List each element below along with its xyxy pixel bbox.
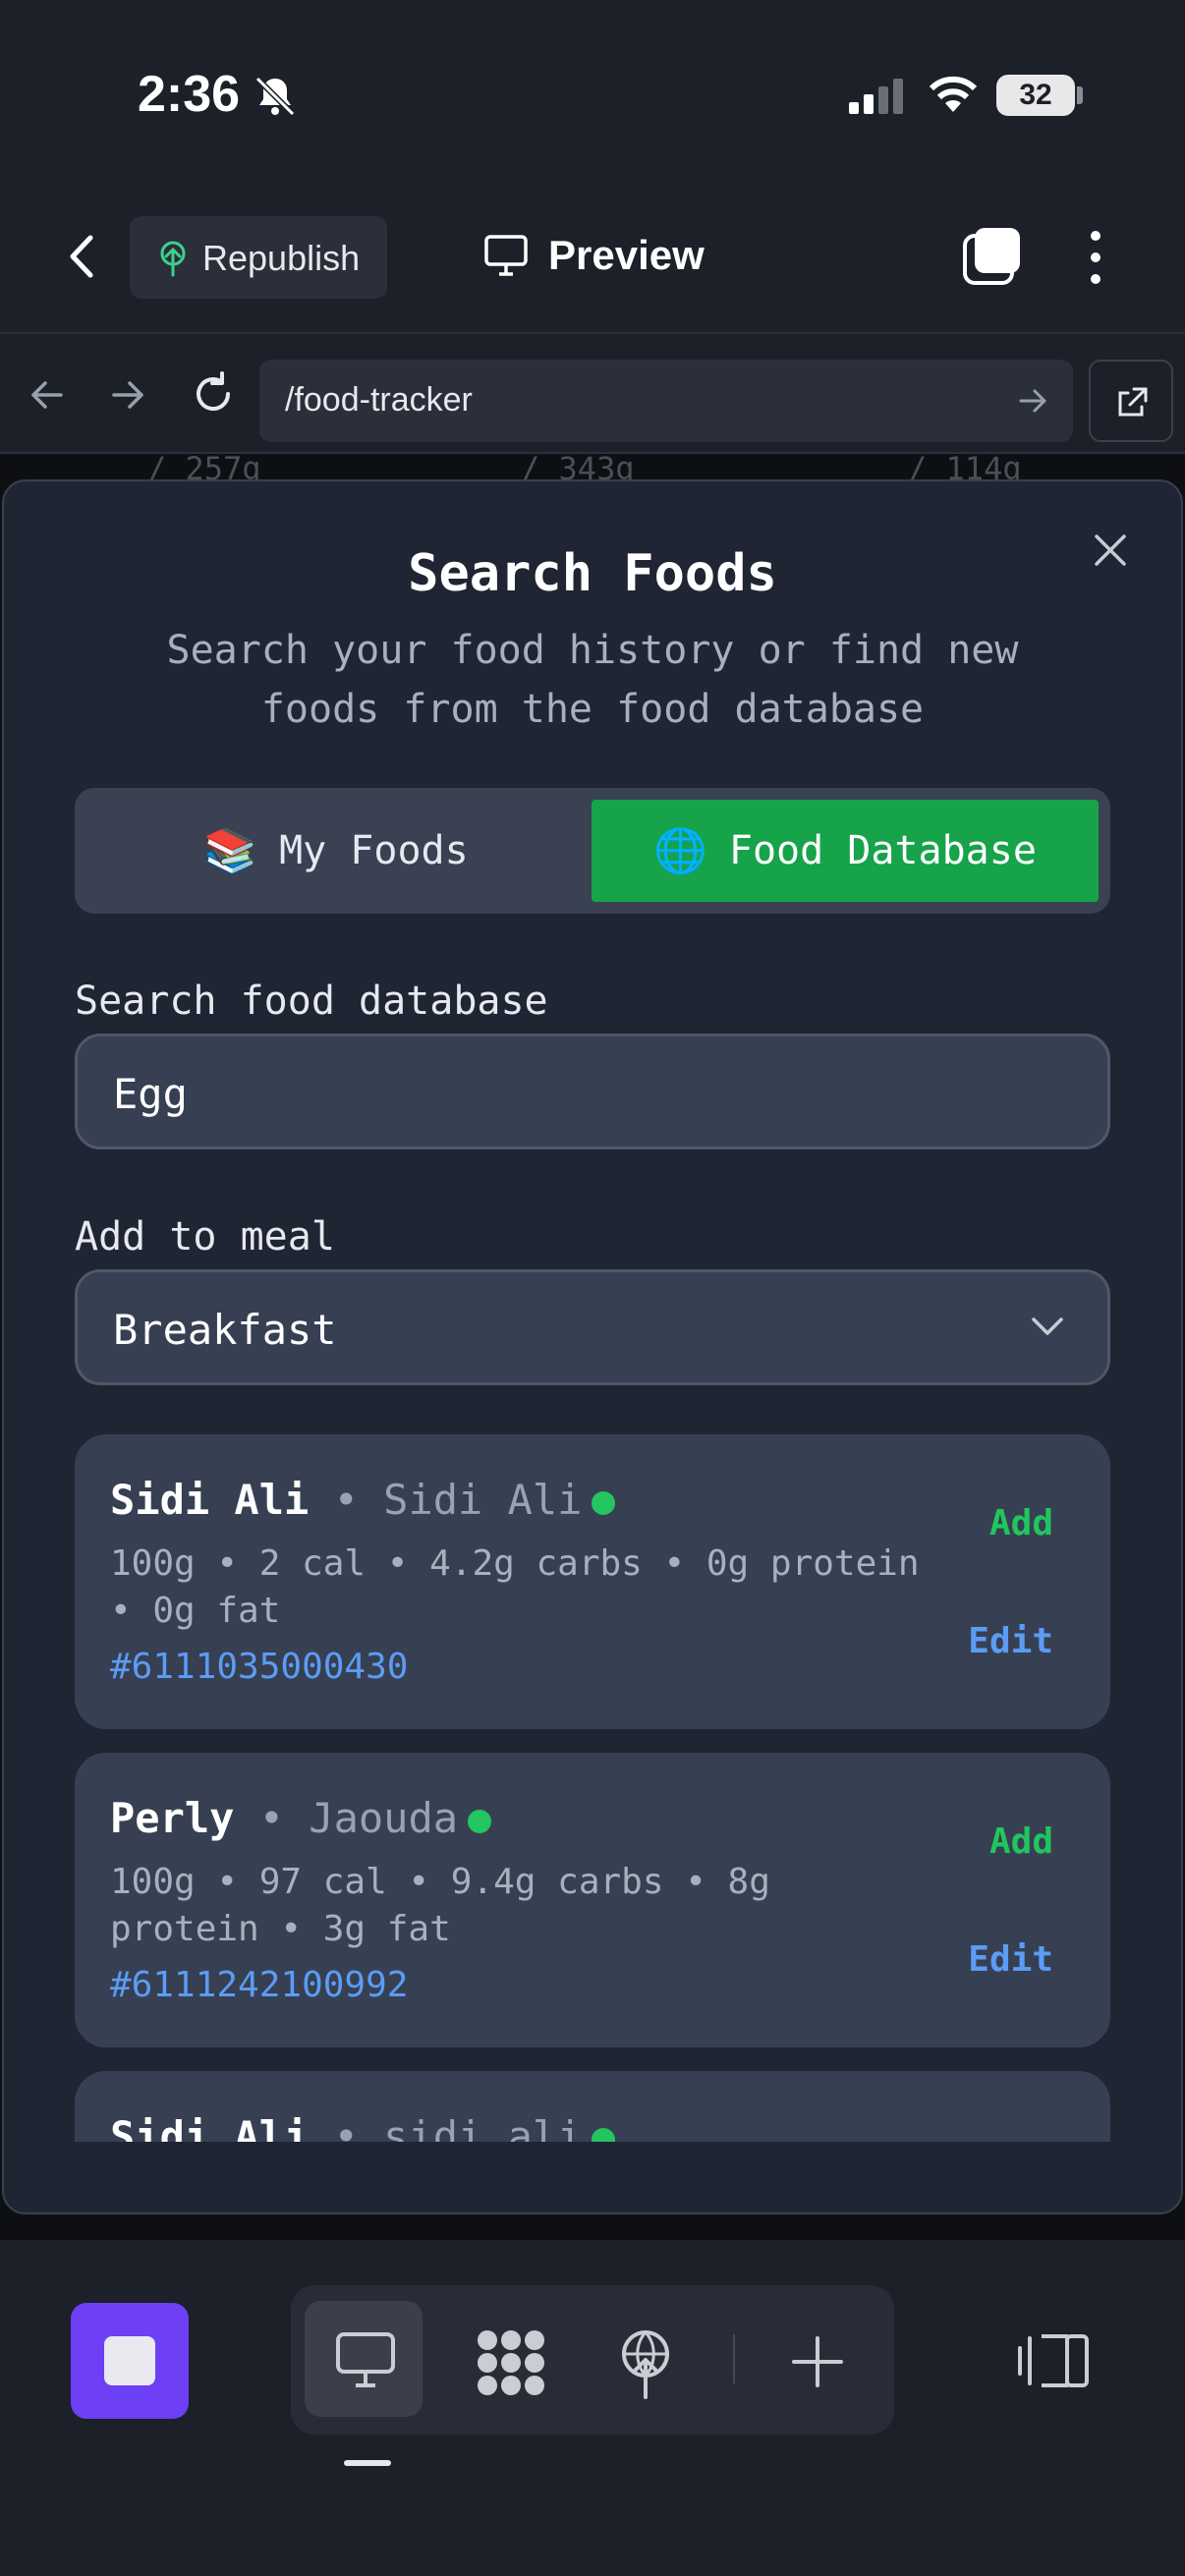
food-title: Sidi Ali • Sidi Ali (110, 1476, 616, 1524)
bell-muted-icon (254, 76, 296, 117)
grid-dots-icon[interactable] (474, 2328, 548, 2397)
active-indicator (344, 2460, 391, 2466)
search-label: Search food database (75, 979, 548, 1024)
barcode-link[interactable]: #6111035000430 (110, 1647, 408, 1687)
publish-icon[interactable] (615, 2326, 676, 2399)
books-icon: 📚 (203, 826, 258, 876)
results-list: Sidi Ali • Sidi Ali 100g • 2 cal • 4.2g … (75, 1434, 1110, 2142)
verified-dot (592, 1490, 616, 1515)
food-name: Perly (110, 1794, 235, 1842)
food-brand: sidi ali (383, 2112, 583, 2142)
source-tabs: 📚 My Foods 🌐 Food Database (75, 788, 1110, 914)
url-field[interactable]: /food-tracker (259, 360, 1073, 442)
edit-button[interactable]: Edit (968, 1621, 1053, 1661)
food-brand: Sidi Ali (383, 1476, 583, 1524)
external-link-icon (1118, 387, 1148, 417)
battery-tip (1077, 86, 1083, 104)
plus-icon[interactable] (790, 2334, 845, 2389)
republish-button[interactable]: Republish (130, 216, 387, 299)
url-text: /food-tracker (285, 381, 473, 419)
monitor-icon (484, 235, 528, 276)
food-macros: 100g • 97 cal • 9.4g carbs • 8g protein … (110, 1862, 770, 1949)
arrow-left-icon[interactable] (28, 375, 67, 415)
verified-dot (592, 2127, 616, 2142)
food-macros: 100g • 2 cal • 4.2g carbs • 0g protein •… (110, 1543, 920, 1631)
arrow-right-icon[interactable] (108, 375, 147, 415)
signal-icon (849, 79, 903, 114)
meal-value: Breakfast (113, 1306, 337, 1354)
go-arrow-icon[interactable] (1018, 387, 1047, 415)
edit-button[interactable]: Edit (968, 1939, 1053, 1980)
status-time: 2:36 (138, 66, 241, 123)
food-brand: Jaouda (309, 1794, 459, 1842)
meal-select[interactable]: Breakfast (75, 1269, 1110, 1385)
reload-icon[interactable] (189, 369, 238, 419)
wifi-icon (929, 76, 978, 112)
chevron-left-icon[interactable] (61, 232, 104, 281)
tab-label: Food Database (728, 828, 1037, 873)
stop-button[interactable] (71, 2303, 189, 2419)
open-external-button[interactable] (1089, 360, 1173, 442)
list-item: Perly • Jaouda 100g • 97 cal • 9.4g carb… (75, 1753, 1110, 2047)
republish-label: Republish (202, 238, 361, 278)
search-input[interactable]: Egg (75, 1034, 1110, 1149)
chevron-down-icon (1032, 1317, 1063, 1335)
modal-title: Search Foods (408, 544, 777, 603)
battery-level: 32 (996, 75, 1075, 116)
modal-subtitle: Search your food history or find new foo… (166, 628, 1019, 732)
food-title: Perly • Jaouda (110, 1794, 492, 1842)
search-value: Egg (113, 1070, 188, 1118)
preview-label: Preview (548, 232, 705, 278)
verified-dot (468, 1809, 492, 1833)
add-button[interactable]: Add (989, 1821, 1053, 1862)
globe-icon: 🌐 (653, 826, 707, 876)
list-item: Sidi Ali • Sidi Ali 100g • 2 cal • 4.2g … (75, 1434, 1110, 1729)
list-item: Sidi Ali • sidi ali (75, 2071, 1110, 2142)
status-bar: 2:36 32 (0, 0, 1185, 196)
tab-my-foods[interactable]: 📚 My Foods (86, 800, 586, 902)
meal-label: Add to meal (75, 1214, 335, 1260)
tab-label: My Foods (279, 828, 469, 873)
monitor-icon (336, 2332, 395, 2387)
dock (291, 2285, 894, 2435)
add-button[interactable]: Add (989, 1503, 1053, 1543)
side-panel-icon[interactable] (1018, 2330, 1091, 2391)
barcode-link[interactable]: #6111242100992 (110, 1965, 408, 2005)
republish-icon (160, 241, 186, 277)
dock-divider (733, 2334, 735, 2383)
tabs-icon[interactable] (961, 226, 1024, 289)
tab-food-database[interactable]: 🌐 Food Database (592, 800, 1099, 902)
stop-icon (104, 2336, 155, 2385)
more-options-icon[interactable] (1081, 228, 1110, 287)
food-title: Sidi Ali • sidi ali (110, 2112, 616, 2142)
food-name: Sidi Ali (110, 2112, 310, 2142)
food-name: Sidi Ali (110, 1476, 310, 1524)
